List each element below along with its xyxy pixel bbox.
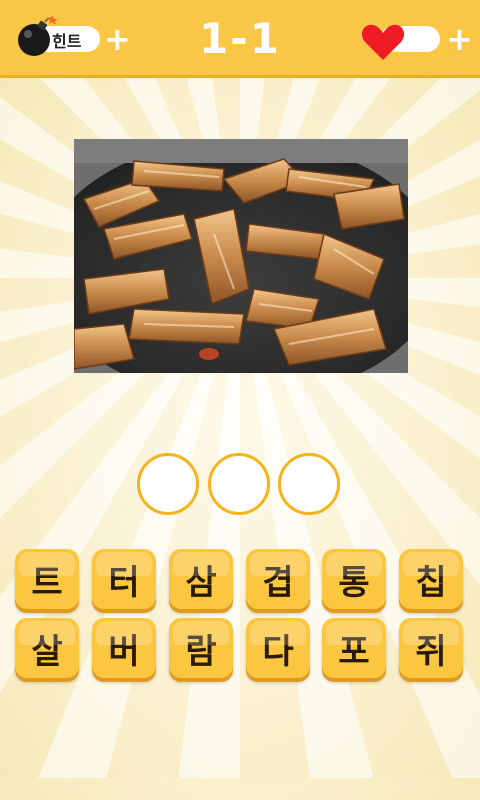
letter-tile[interactable]: 터 [92, 549, 156, 609]
letter-tile[interactable]: 겹 [246, 549, 310, 609]
letter-tile[interactable]: 살 [15, 618, 79, 678]
top-bar: 힌트 + 1-1 + [0, 0, 480, 78]
letter-tile[interactable]: 쥐 [399, 618, 463, 678]
letter-tile[interactable]: 람 [169, 618, 233, 678]
letter-tile[interactable]: 삼 [169, 549, 233, 609]
answer-slot[interactable] [137, 453, 199, 515]
puzzle-image [74, 139, 408, 373]
letter-tile[interactable]: 칩 [399, 549, 463, 609]
letter-tile[interactable]: 포 [322, 618, 386, 678]
letter-tile[interactable]: 버 [92, 618, 156, 678]
letter-tile[interactable]: 다 [246, 618, 310, 678]
answer-slot[interactable] [208, 453, 270, 515]
answer-slot[interactable] [278, 453, 340, 515]
add-life-button[interactable]: + [446, 23, 473, 55]
heart-icon[interactable] [360, 22, 406, 62]
letter-tile[interactable]: 통 [322, 549, 386, 609]
letter-tile[interactable]: 트 [15, 549, 79, 609]
